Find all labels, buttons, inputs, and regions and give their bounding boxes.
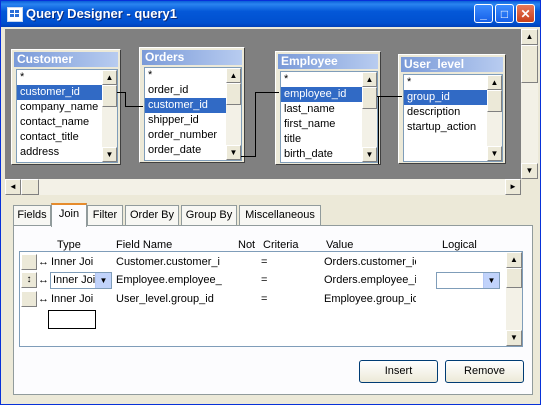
scroll-right-icon[interactable]: ► — [505, 179, 521, 195]
scroll-down-icon[interactable]: ▼ — [226, 145, 241, 160]
scroll-up-icon[interactable]: ▲ — [521, 29, 538, 45]
row-header-reorder-icon[interactable]: ↕ — [21, 272, 37, 288]
criteria-cell[interactable]: = — [261, 291, 273, 307]
criteria-cell[interactable]: = — [261, 254, 273, 270]
join-line — [125, 106, 143, 107]
scroll-down-icon[interactable]: ▼ — [362, 147, 377, 162]
new-join-type-input[interactable] — [48, 310, 96, 329]
scroll-down-icon[interactable]: ▼ — [521, 163, 538, 179]
scroll-thumb[interactable] — [102, 85, 117, 107]
field-name-cell[interactable]: Employee.employee_ — [116, 272, 228, 288]
join-icon: ↔ — [38, 293, 49, 305]
scroll-thumb[interactable] — [21, 179, 39, 195]
join-line — [255, 92, 256, 157]
scroll-thumb[interactable] — [226, 83, 241, 105]
table-orders[interactable]: Orders * order_id customer_id shipper_id… — [139, 47, 245, 163]
field-list[interactable]: * group_id description startup_action ▲ … — [403, 74, 503, 162]
chevron-down-icon[interactable]: ▼ — [95, 273, 111, 288]
tab-filter[interactable]: Filter — [87, 205, 123, 225]
scroll-up-icon[interactable]: ▲ — [102, 70, 117, 85]
remove-button[interactable]: Remove — [445, 360, 524, 383]
scroll-down-icon[interactable]: ▼ — [102, 147, 117, 162]
join-line — [378, 96, 379, 164]
insert-button[interactable]: Insert — [359, 360, 438, 383]
join-icon: ↔ — [38, 256, 49, 268]
value-cell[interactable]: Employee.group_ic — [324, 291, 416, 307]
join-line — [241, 156, 255, 157]
canvas-horizontal-scrollbar[interactable]: ◄ ► — [5, 179, 521, 195]
row-header[interactable] — [21, 291, 37, 307]
scroll-corner — [521, 179, 538, 195]
query-designer-window: Query Designer - query1 _ □ ✕ Customer *… — [0, 0, 541, 405]
field-list-scrollbar[interactable]: ▲ ▼ — [487, 75, 502, 161]
scroll-thumb[interactable] — [521, 45, 538, 83]
field-list-scrollbar[interactable]: ▲ ▼ — [226, 68, 241, 160]
table-title[interactable]: Customer — [14, 52, 118, 67]
header-field-name: Field Name — [116, 239, 173, 251]
close-button[interactable]: ✕ — [516, 4, 535, 23]
table-user-level[interactable]: User_level * group_id description startu… — [398, 54, 506, 164]
tab-join[interactable]: Join — [51, 203, 87, 227]
join-type[interactable]: Inner Joi — [51, 254, 113, 270]
table-title[interactable]: Employee — [278, 54, 378, 69]
scroll-up-icon[interactable]: ▲ — [362, 72, 377, 87]
criteria-cell[interactable]: = — [261, 272, 273, 288]
value-cell[interactable]: Orders.employee_i — [324, 272, 416, 288]
join-line — [255, 92, 279, 93]
scroll-up-icon[interactable]: ▲ — [226, 68, 241, 83]
join-type[interactable]: Inner Joi — [51, 291, 113, 307]
scroll-down-icon[interactable]: ▼ — [487, 146, 502, 161]
field-list-scrollbar[interactable]: ▲ ▼ — [362, 72, 377, 162]
tab-group-by[interactable]: Group By — [181, 205, 237, 225]
grid-scrollbar[interactable]: ▲ ▼ — [506, 252, 522, 346]
header-value: Value — [326, 239, 354, 251]
scroll-down-icon[interactable]: ▼ — [506, 330, 522, 346]
field-name-cell[interactable]: User_level.group_id — [116, 291, 228, 307]
field-list[interactable]: * order_id customer_id shipper_id order_… — [144, 67, 242, 161]
chevron-down-icon[interactable]: ▼ — [483, 273, 499, 288]
scroll-thumb[interactable] — [487, 90, 502, 112]
window-title: Query Designer - query1 — [26, 6, 177, 21]
scroll-up-icon[interactable]: ▲ — [487, 75, 502, 90]
maximize-button[interactable]: □ — [495, 4, 514, 23]
join-line — [378, 96, 402, 97]
scroll-thumb[interactable] — [506, 268, 522, 288]
header-criteria: Criteria — [263, 239, 299, 251]
row-header[interactable] — [21, 254, 37, 270]
field-list[interactable]: * customer_id company_name contact_name … — [16, 69, 118, 163]
field-list-scrollbar[interactable]: ▲ ▼ — [102, 70, 117, 162]
tab-fields[interactable]: Fields — [13, 205, 51, 225]
table-title[interactable]: User_level — [401, 57, 503, 72]
table-employee[interactable]: Employee * employee_id last_name first_n… — [275, 51, 381, 165]
table-customer[interactable]: Customer * customer_id company_name cont… — [11, 49, 121, 165]
header-logical: Logical — [442, 239, 477, 251]
join-grid[interactable]: ↔ Inner Joi Customer.customer_i = Orders… — [19, 251, 523, 347]
table-title[interactable]: Orders — [142, 50, 242, 65]
field-list[interactable]: * employee_id last_name first_name title… — [280, 71, 378, 163]
join-line — [125, 92, 126, 106]
tab-order-by[interactable]: Order By — [125, 205, 179, 225]
app-icon — [7, 7, 23, 22]
title-bar[interactable]: Query Designer - query1 _ □ ✕ — [1, 1, 540, 27]
canvas-vertical-scrollbar[interactable]: ▲ ▼ — [521, 29, 538, 179]
header-type: Type — [57, 239, 81, 251]
join-line — [117, 92, 125, 93]
tab-miscellaneous[interactable]: Miscellaneous — [239, 205, 321, 225]
scroll-up-icon[interactable]: ▲ — [506, 252, 522, 268]
join-type: Inner Joi — [53, 274, 96, 286]
join-type-dropdown[interactable]: Inner Joi ▼ — [50, 272, 112, 289]
field-name-cell[interactable]: Customer.customer_i — [116, 254, 228, 270]
scroll-thumb[interactable] — [362, 87, 377, 109]
minimize-button[interactable]: _ — [474, 4, 493, 23]
scroll-left-icon[interactable]: ◄ — [5, 179, 21, 195]
value-cell[interactable]: Orders.customer_ic — [324, 254, 416, 270]
logical-dropdown[interactable]: ▼ — [436, 272, 500, 289]
header-not: Not — [238, 239, 256, 251]
